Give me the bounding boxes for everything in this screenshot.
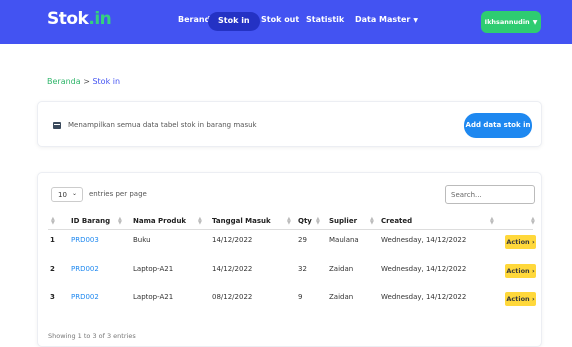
action-button[interactable]: Action › (505, 292, 536, 306)
nama-produk-cell: Laptop-A21 (133, 293, 174, 301)
suplier-cell: Maulana (329, 236, 359, 244)
action-label: Action (506, 267, 530, 275)
nav-stok-out[interactable]: Stok out (261, 15, 299, 24)
qty-cell: 9 (298, 293, 303, 301)
nav-statistik[interactable]: Statistik (306, 15, 344, 24)
breadcrumb: Beranda > Stok in (47, 77, 120, 86)
nav-data-master[interactable]: Data Master ▼ (355, 15, 418, 24)
table-info-footer: Showing 1 to 3 of 3 entries (48, 332, 136, 340)
breadcrumb-separator: > (80, 77, 93, 86)
brand-name: Stok (47, 9, 89, 29)
column-header-id-barang[interactable]: ID Barang (71, 217, 110, 225)
caret-down-icon: ▼ (413, 17, 418, 24)
qty-cell: 29 (298, 236, 307, 244)
info-card: Menampilkan semua data tabel stok in bar… (37, 101, 542, 147)
entries-per-page-select[interactable]: 10 ⌄ (51, 187, 83, 202)
tanggal-masuk-cell: 14/12/2022 (212, 236, 253, 244)
suplier-cell: Zaidan (329, 293, 354, 301)
row-number: 2 (50, 265, 55, 273)
caret-right-icon: › (531, 238, 535, 246)
caret-right-icon: › (531, 267, 535, 275)
sort-icon[interactable]: ▲ ▼ (490, 217, 494, 226)
brand-suffix: .in (88, 9, 112, 29)
created-cell: Wednesday, 14/12/2022 (381, 265, 467, 273)
table-card: 10 ⌄ entries per page ▲▼ ▲▼ ▲▼ ▲▼ ▲▼ ▲▼ ▲… (37, 172, 542, 347)
column-header-nama-produk[interactable]: Nama Produk (133, 217, 186, 225)
entries-per-page-value: 10 (58, 191, 67, 199)
id-barang-link[interactable]: PRD002 (71, 265, 99, 273)
brand-logo[interactable]: Stok.in (47, 9, 112, 29)
caret-down-icon: ▼ (532, 19, 538, 26)
created-cell: Wednesday, 14/12/2022 (381, 293, 467, 301)
suplier-cell: Zaidan (329, 265, 354, 273)
sort-icon[interactable]: ▲ ▼ (287, 217, 291, 226)
breadcrumb-home[interactable]: Beranda (47, 77, 81, 86)
action-button[interactable]: Action › (505, 235, 536, 249)
qty-cell: 32 (298, 265, 307, 273)
row-number: 1 (50, 236, 55, 244)
breadcrumb-current: Stok in (92, 77, 121, 86)
action-label: Action (506, 238, 530, 246)
user-menu-button[interactable]: Ikhsannudin ▼ (481, 11, 541, 33)
header-divider (48, 229, 533, 230)
sort-icon[interactable]: ▲ ▼ (316, 217, 320, 226)
column-header-qty[interactable]: Qty (298, 217, 312, 225)
sort-icon[interactable]: ▲ ▼ (531, 217, 535, 226)
table-icon (53, 122, 61, 129)
sort-icon[interactable]: ▲ ▼ (198, 217, 202, 226)
column-header-suplier[interactable]: Suplier (329, 217, 357, 225)
entries-per-page-label: entries per page (89, 190, 147, 198)
column-header-tanggal-masuk[interactable]: Tanggal Masuk (212, 217, 271, 225)
action-button[interactable]: Action › (505, 264, 536, 278)
search-input[interactable] (445, 185, 535, 204)
top-navbar: Stok.in Beranda Stok in Stok out Statist… (0, 0, 572, 44)
action-label: Action (506, 295, 530, 303)
caret-right-icon: › (531, 295, 535, 303)
tanggal-masuk-cell: 14/12/2022 (212, 265, 253, 273)
nav-stok-in[interactable]: Stok in (208, 12, 260, 31)
sort-icon[interactable]: ▲ ▼ (370, 217, 374, 226)
column-header-created[interactable]: Created (381, 217, 412, 225)
id-barang-link[interactable]: PRD002 (71, 293, 99, 301)
nama-produk-cell: Laptop-A21 (133, 265, 174, 273)
sort-icon[interactable]: ▲ ▼ (118, 217, 122, 226)
sort-icon[interactable]: ▲ ▼ (51, 217, 55, 226)
nav-data-master-label: Data Master (355, 15, 411, 24)
add-stok-in-button[interactable]: Add data stok in (464, 113, 532, 138)
tanggal-masuk-cell: 08/12/2022 (212, 293, 253, 301)
chevron-down-icon: ⌄ (71, 190, 77, 197)
created-cell: Wednesday, 14/12/2022 (381, 236, 467, 244)
id-barang-link[interactable]: PRD003 (71, 236, 99, 244)
info-text: Menampilkan semua data tabel stok in bar… (68, 121, 257, 129)
user-name: Ikhsannudin (484, 18, 530, 26)
row-number: 3 (50, 293, 55, 301)
nama-produk-cell: Buku (133, 236, 151, 244)
